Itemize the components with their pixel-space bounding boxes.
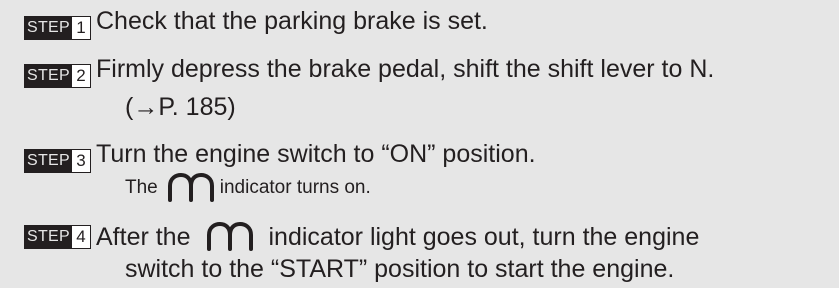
step-3-note-pre: The (125, 177, 158, 198)
step-word: STEP (25, 150, 72, 172)
step-3-note: The indicator turns on. (125, 171, 371, 205)
step-number: 1 (72, 17, 90, 39)
step-3: STEP 3 Turn the engine switch to “ON” posi… (24, 135, 832, 173)
step-number: 3 (72, 150, 90, 172)
step-1-badge: STEP 1 (24, 16, 91, 40)
step-word: STEP (25, 65, 72, 87)
step-3-badge: STEP 3 (24, 149, 91, 173)
step-2-page-reference: (→P. 185) (125, 93, 236, 121)
step-4-badge: STEP 4 (24, 225, 91, 249)
step-word: STEP (25, 226, 72, 248)
step-4-text-continued: switch to the “START” position to start … (125, 255, 675, 283)
step-2-badge: STEP 2 (24, 64, 91, 88)
glow-plug-indicator-icon (205, 221, 255, 253)
step-word: STEP (25, 17, 72, 39)
step-2: STEP 2 Firmly depress the brake pedal, shi… (24, 50, 832, 88)
glow-plug-indicator-icon (166, 172, 216, 204)
step-3-note-post: indicator turns on. (219, 177, 371, 198)
step-number: 2 (72, 65, 90, 87)
step-number: 4 (72, 226, 90, 248)
step-3-text: Turn the engine switch to “ON” position. (96, 140, 536, 168)
step-1: STEP 1 Check that the parking brake is set… (24, 2, 832, 40)
step-1-text: Check that the parking brake is set. (96, 7, 488, 35)
step-2-text: Firmly depress the brake pedal, shift th… (96, 55, 715, 83)
